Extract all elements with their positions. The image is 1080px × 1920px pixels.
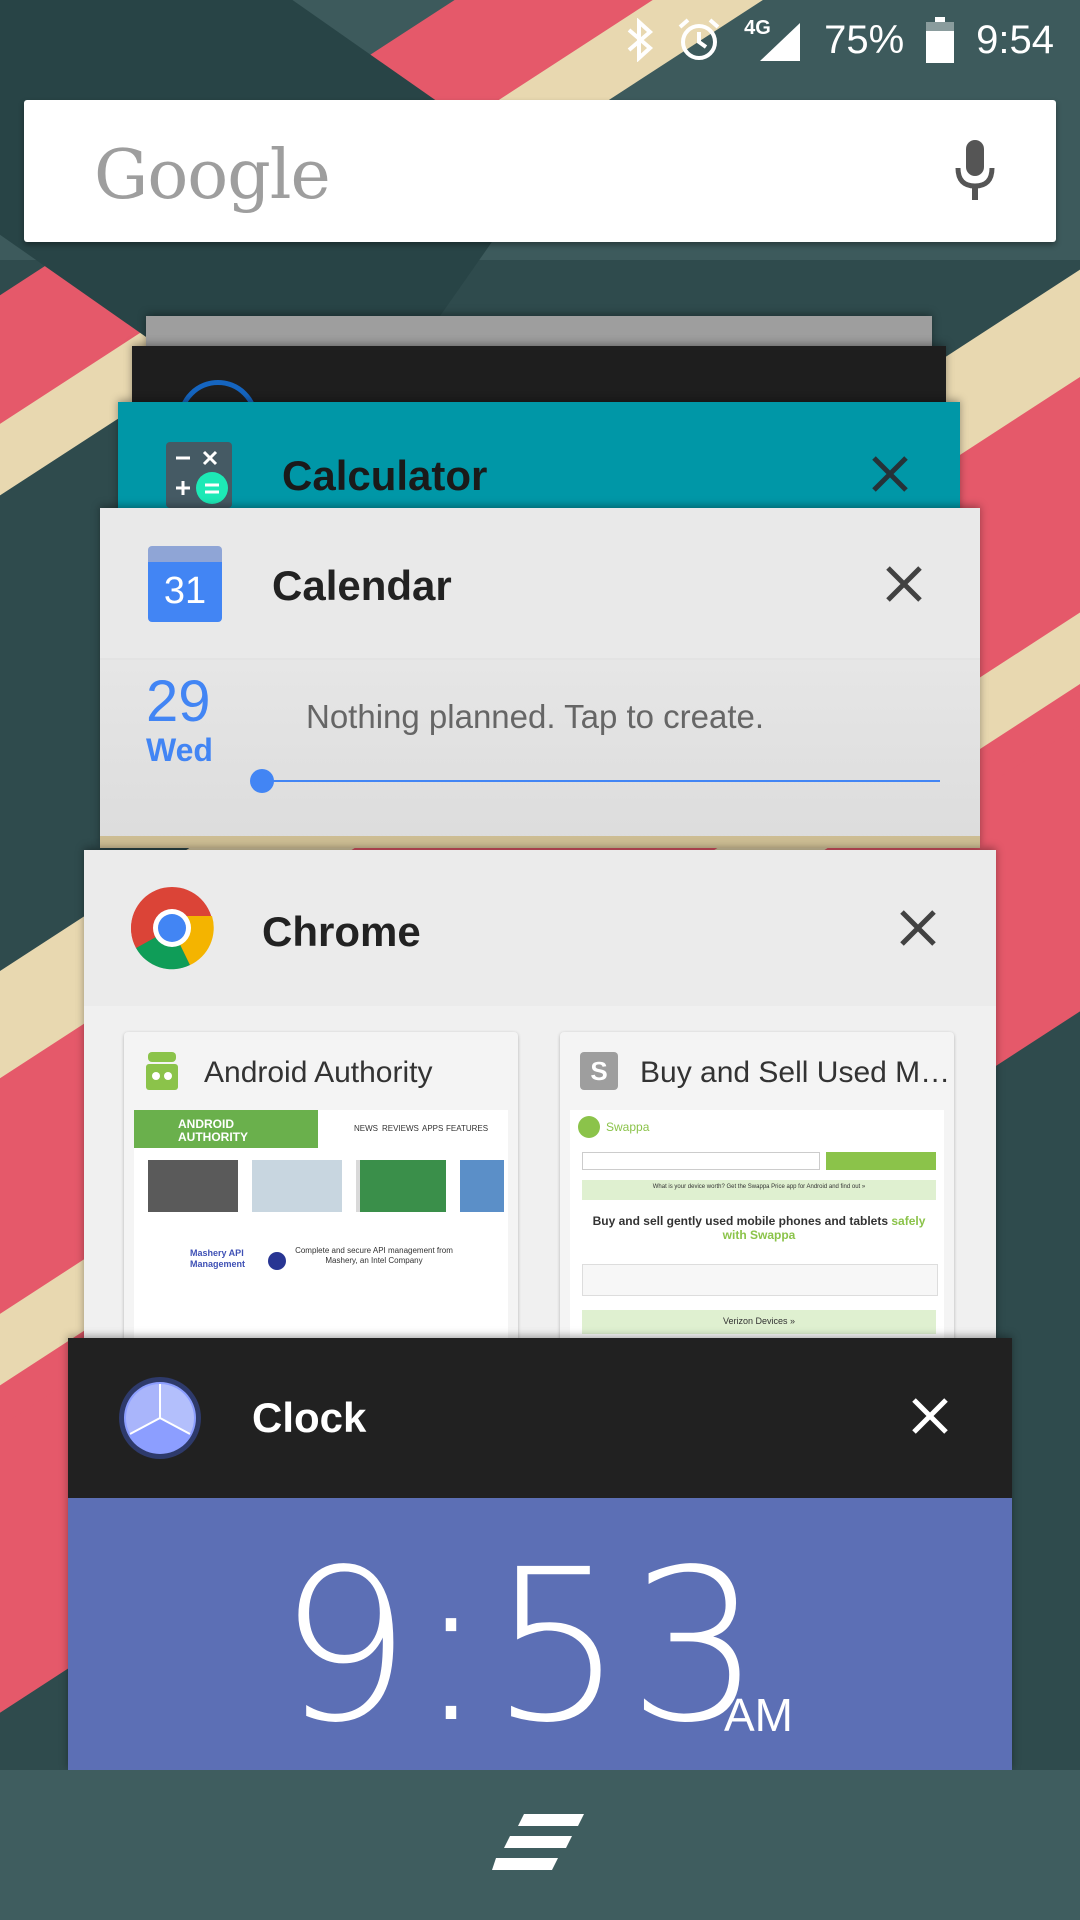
recent-app-card-chrome[interactable]: Chrome Android Authority ANDROID AUTHORI… [84, 850, 996, 1370]
clock-preview[interactable]: 9:53 AM [68, 1498, 1012, 1770]
close-clock-button[interactable] [910, 1396, 950, 1441]
clock-icon [118, 1376, 202, 1465]
preview-ad-title: Mashery API Management [190, 1248, 246, 1269]
chrome-icon [130, 886, 214, 975]
recent-app-card-calculator[interactable]: Calculator [118, 402, 960, 522]
bluetooth-icon [626, 18, 654, 62]
swappa-favicon-letter: S [590, 1056, 608, 1086]
tab-preview-page: ANDROID AUTHORITY NEWS REVIEWS APPS FEAT… [134, 1110, 508, 1370]
preview-site-name: ANDROID AUTHORITY [178, 1117, 248, 1144]
clock-ampm: AM [724, 1689, 793, 1741]
chrome-tab-android-authority[interactable]: Android Authority ANDROID AUTHORITY NEWS… [124, 1032, 518, 1370]
recents-icon[interactable] [492, 1812, 588, 1881]
recent-app-card-clock[interactable]: Clock 9:53 AM [68, 1338, 1012, 1770]
preview-nav-news: NEWS [354, 1124, 378, 1133]
calculator-title: Calculator [282, 452, 488, 499]
clock-time: 9:53 [278, 1524, 766, 1769]
chrome-header [84, 850, 996, 1006]
chrome-tab-swappa[interactable]: S Buy and Sell Used M… Swappa What is yo… [560, 1032, 954, 1370]
swappa-site-name: Swappa [606, 1120, 650, 1134]
close-calendar-button[interactable] [884, 564, 924, 609]
current-time-dot [250, 769, 274, 793]
google-search-bar[interactable]: Google [24, 100, 1056, 242]
tab-preview-page-swappa: Swappa What is your device worth? Get th… [570, 1110, 944, 1370]
status-bar: 4G 75% 9:54 [0, 0, 1080, 80]
chrome-title: Chrome [262, 908, 421, 955]
tab-title-swappa: Buy and Sell Used M… [640, 1056, 951, 1089]
clock-title: Clock [252, 1394, 367, 1441]
preview-nav-apps: APPS [422, 1124, 444, 1133]
swappa-headline-text: Buy and sell gently used mobile phones a… [592, 1214, 888, 1228]
android-authority-icon [144, 1052, 180, 1092]
preview-nav-features: FEATURES [446, 1124, 489, 1133]
swappa-favicon: S [580, 1052, 618, 1090]
calendar-header [100, 508, 980, 658]
swappa-headline: Buy and sell gently used mobile phones a… [582, 1214, 936, 1242]
calendar-icon: 31 [148, 546, 222, 622]
swappa-carrier: Verizon Devices » [722, 1316, 796, 1326]
calendar-title: Calendar [272, 562, 452, 609]
signal-icon: 4G [744, 17, 802, 63]
recent-app-card-calendar[interactable]: 31 Calendar 29 Wed Nothing planned. Tap … [100, 508, 980, 848]
preview-nav-reviews: REVIEWS [382, 1124, 419, 1133]
navigation-bar [0, 1770, 1080, 1920]
calendar-icon-date: 31 [163, 570, 207, 612]
current-time-line [260, 780, 940, 782]
status-time: 9:54 [976, 17, 1054, 62]
close-calculator-button[interactable] [870, 454, 910, 499]
calendar-preview[interactable]: 29 Wed Nothing planned. Tap to create. [100, 660, 980, 848]
calendar-day-number: 29 [146, 669, 211, 734]
calculator-icon [166, 442, 232, 508]
google-logo: Google [94, 136, 331, 215]
swappa-promo: What is your device worth? Get the Swapp… [652, 1184, 866, 1190]
calendar-empty-message[interactable]: Nothing planned. Tap to create. [306, 698, 764, 736]
tab-title-android-authority: Android Authority [204, 1056, 433, 1089]
calendar-day-name: Wed [146, 732, 213, 768]
alarm-icon [676, 17, 722, 63]
battery-percent: 75% [824, 17, 905, 62]
recent-app-card-hidden-dark[interactable] [132, 346, 946, 406]
preview-ad-text: Complete and secure API management from … [295, 1246, 453, 1265]
battery-icon [926, 17, 955, 63]
microphone-icon[interactable] [950, 138, 1000, 209]
close-chrome-button[interactable] [898, 908, 938, 953]
